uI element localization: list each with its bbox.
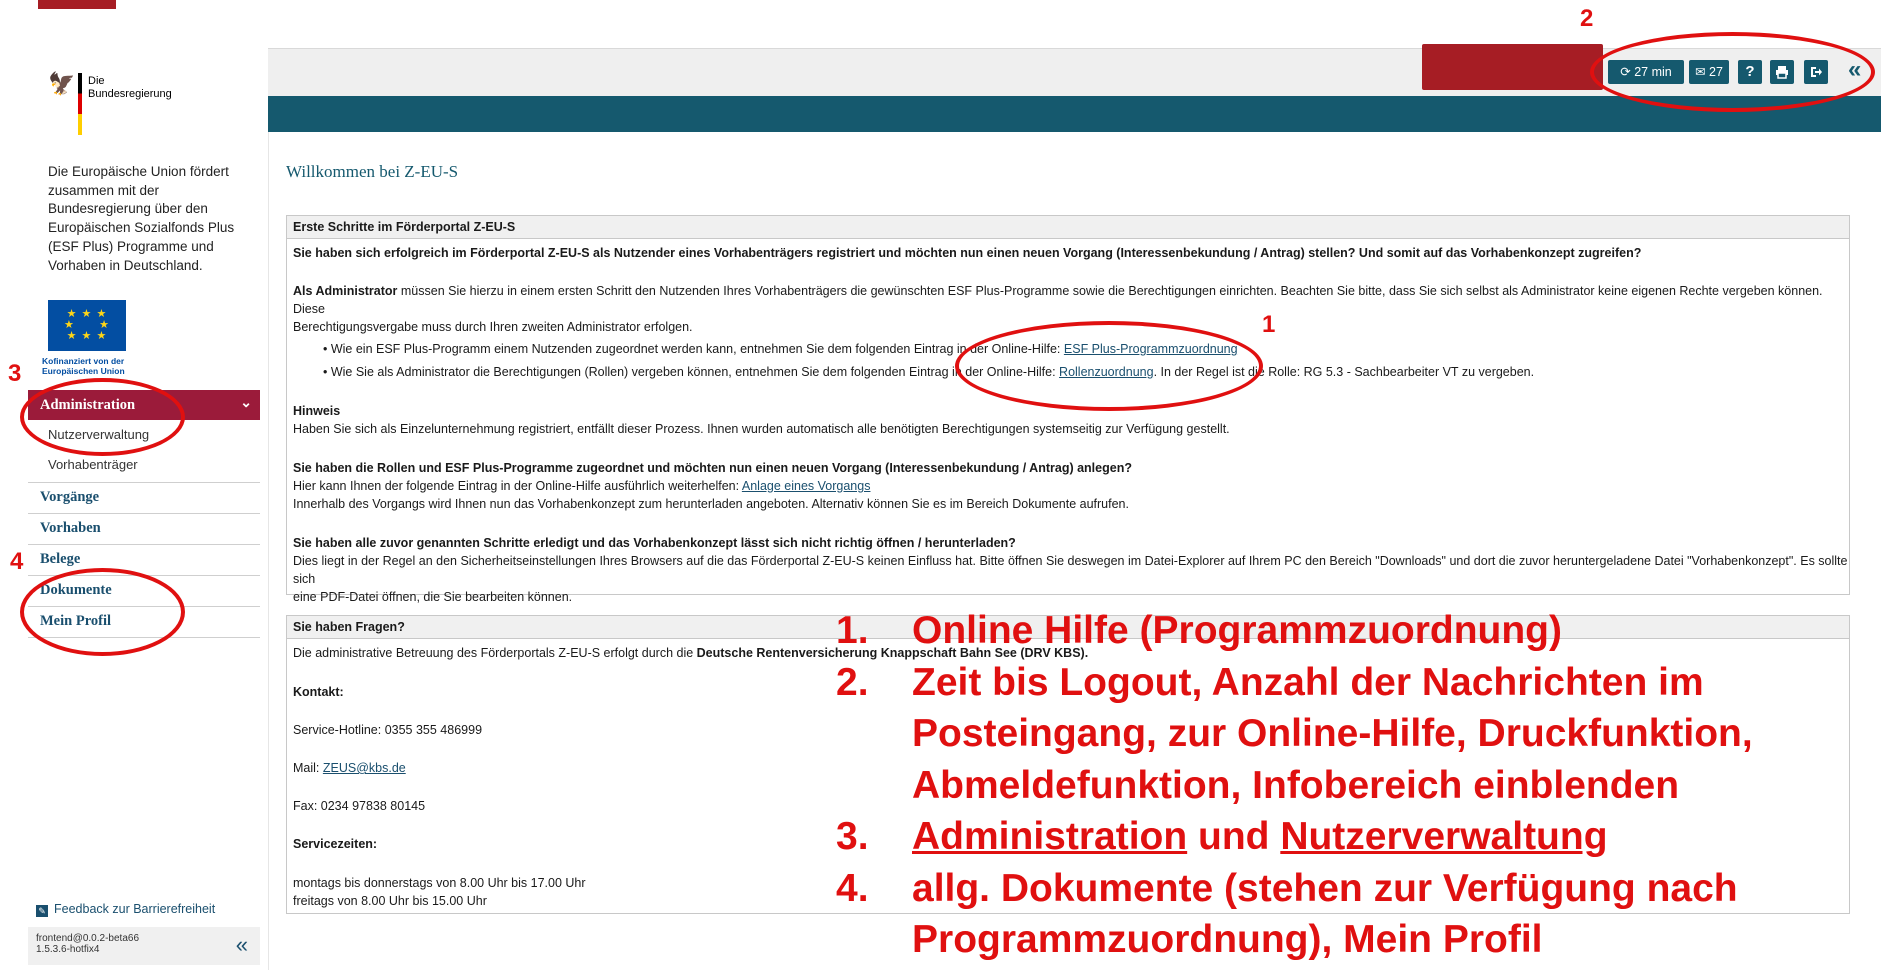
top-accent-bar [38, 0, 116, 9]
annotation-number-2: 2 [1580, 5, 1594, 32]
nav-vorhaben[interactable]: Vorhaben [28, 514, 260, 545]
eu-cofund-label: Kofinanziert von der Europäischen Union [42, 356, 125, 376]
legend-item-3: 3. Administration und Nutzerverwaltung [836, 815, 1608, 858]
download-block: Sie haben alle zuvor genannten Schritte … [293, 536, 1848, 604]
panel-heading: Erste Schritte im Förderportal Z-EU-S [287, 216, 1849, 239]
nav-vorgaenge[interactable]: Vorgänge [28, 483, 260, 514]
link-anlage-eines-vorgangs[interactable]: Anlage eines Vorgangs [742, 479, 871, 493]
logo-text-line2: Bundesregierung [88, 88, 172, 100]
chevron-down-icon: ⌄ [240, 396, 252, 411]
vorgang-block: Sie haben die Rollen und ESF Plus-Progra… [293, 461, 1132, 511]
page-title: Willkommen bei Z-EU-S [286, 162, 459, 181]
hours-text: montags bis donnerstags von 8.00 Uhr bis… [293, 876, 586, 908]
kontakt-label: Kontakt: [293, 685, 344, 699]
legend-item-2: 2. Zeit bis Logout, Anzahl der Nachricht… [836, 660, 1753, 807]
annotation-ellipse-4 [20, 568, 185, 656]
edit-icon: ✎ [36, 905, 48, 917]
legend-item-1: 1. Online Hilfe (Programmzuordnung) [836, 609, 1562, 652]
annotation-number-3: 3 [8, 360, 22, 387]
german-flag-stripe [78, 73, 82, 135]
annotation-ellipse-2 [1590, 32, 1875, 112]
eagle-icon: 🦅 [48, 71, 76, 96]
bundesregierung-logo[interactable]: 🦅 Die Bundesregierung [48, 73, 188, 135]
feedback-link[interactable]: ✎ Feedback zur Barrierefreiheit [36, 902, 215, 917]
intro-text: Sie haben sich erfolgreich im Förderport… [293, 246, 1642, 260]
hotline-text: Service-Hotline: 0355 355 486999 [293, 723, 483, 737]
legend-item-4: 4. allg. Dokumente (stehen zur Verfügung… [836, 866, 1738, 962]
annotation-ellipse-3 [20, 378, 185, 456]
bullet-rollenzuordnung: • Wie Sie als Administrator die Berechti… [323, 365, 1535, 379]
sidebar-collapse-button[interactable]: « [236, 934, 248, 956]
servicezeiten-label: Servicezeiten: [293, 837, 378, 851]
annotation-number-1: 1 [1262, 311, 1276, 338]
logo-text-line1: Die [88, 75, 105, 87]
annotation-ellipse-1 [955, 321, 1263, 411]
annotation-number-4: 4 [10, 548, 24, 575]
fax-text: Fax: 0234 97838 80145 [293, 799, 426, 813]
eu-flag-icon: ★ ★ ★ ★ ★ ★ ★ ★ [48, 300, 126, 351]
nav-vorhabentraeger[interactable]: Vorhabenträger [48, 457, 138, 472]
eu-funding-text: Die Europäische Union fördert zusammen m… [48, 164, 235, 273]
annotation-legend: 1. Online Hilfe (Programmzuordnung) 2. Z… [836, 605, 1876, 966]
version-text: frontend@0.0.2-beta66 1.5.3.6-hotfix4 [36, 933, 140, 955]
mail-link[interactable]: ZEUS@kbs.de [323, 761, 406, 775]
mail-text: Mail: ZEUS@kbs.de [293, 761, 406, 775]
nav-belege[interactable]: Belege [28, 545, 260, 576]
header-red-banner [1422, 44, 1603, 90]
version-footer: frontend@0.0.2-beta66 1.5.3.6-hotfix4 « [28, 927, 260, 965]
